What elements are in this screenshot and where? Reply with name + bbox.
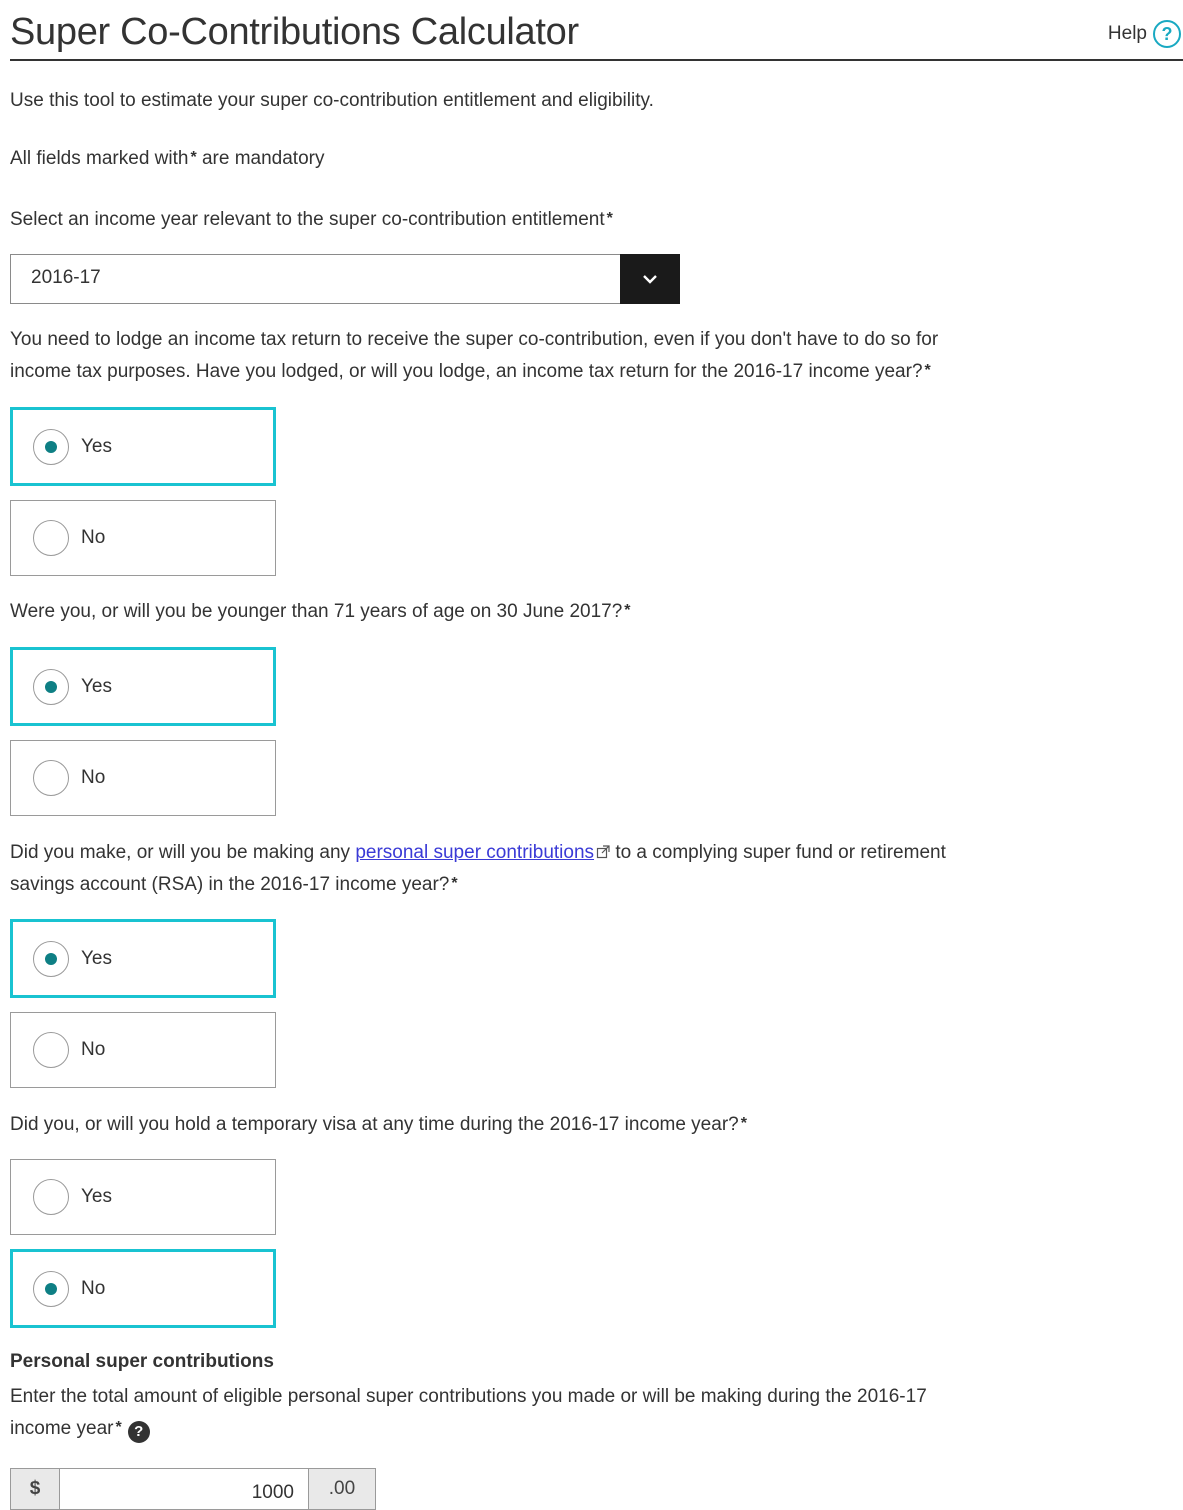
income-year-label-text: Select an income year relevant to the su… bbox=[10, 209, 605, 230]
income-year-select[interactable]: 2016-17 bbox=[10, 254, 680, 304]
q3-line2: savings account (RSA) in the 2016-17 inc… bbox=[10, 874, 450, 895]
q1-yes-option[interactable]: Yes bbox=[10, 407, 276, 486]
contributions-question: Enter the total amount of eligible perso… bbox=[10, 1381, 927, 1446]
radio-dot-icon bbox=[45, 680, 57, 693]
q1-question: You need to lodge an income tax return t… bbox=[10, 324, 938, 389]
calculator-page: Super Co-Contributions Calculator Help ?… bbox=[0, 0, 1183, 1510]
q3-line1-after: to a complying super fund or retirement bbox=[615, 842, 946, 863]
radio-unselected-icon[interactable] bbox=[33, 1179, 69, 1215]
intro-text: Use this tool to estimate your super co-… bbox=[10, 90, 654, 111]
contributions-amount-group: $ .00 bbox=[10, 1468, 376, 1510]
radio-dot-icon bbox=[45, 952, 57, 965]
q4-yes-option[interactable]: Yes bbox=[10, 1159, 276, 1235]
q4-yes-label: Yes bbox=[81, 1186, 112, 1207]
q4-question: Did you, or will you hold a temporary vi… bbox=[10, 1109, 747, 1142]
chevron-down-icon[interactable] bbox=[620, 254, 680, 304]
title-divider bbox=[10, 59, 1183, 61]
info-icon[interactable]: ? bbox=[127, 1421, 150, 1443]
q3-yes-label: Yes bbox=[81, 947, 112, 969]
radio-unselected-icon[interactable] bbox=[33, 520, 69, 556]
q1-line2: income tax purposes. Have you lodged, or… bbox=[10, 361, 923, 382]
q3-question: Did you make, or will you be making any … bbox=[10, 837, 946, 902]
q1-yes-label: Yes bbox=[81, 435, 112, 457]
q2-yes-label: Yes bbox=[81, 675, 112, 697]
contributions-amount-input[interactable] bbox=[60, 1468, 308, 1510]
q3-yes-option[interactable]: Yes bbox=[10, 919, 276, 998]
required-marker: * bbox=[451, 875, 458, 892]
contributions-line1: Enter the total amount of eligible perso… bbox=[10, 1386, 927, 1407]
q3-no-label: No bbox=[81, 1039, 106, 1060]
currency-symbol: $ bbox=[10, 1468, 60, 1510]
required-marker: * bbox=[924, 362, 931, 379]
external-link-icon bbox=[596, 845, 610, 859]
q2-yes-option[interactable]: Yes bbox=[10, 647, 276, 726]
income-year-label: Select an income year relevant to the su… bbox=[10, 204, 613, 237]
q4-text: Did you, or will you hold a temporary vi… bbox=[10, 1114, 739, 1135]
radio-unselected-icon[interactable] bbox=[33, 760, 69, 796]
q1-no-option[interactable]: No bbox=[10, 500, 276, 576]
required-marker: * bbox=[190, 149, 197, 166]
q2-no-option[interactable]: No bbox=[10, 740, 276, 816]
radio-selected-icon[interactable] bbox=[33, 1270, 69, 1307]
radio-dot-icon bbox=[45, 440, 57, 453]
cents-suffix: .00 bbox=[308, 1468, 376, 1510]
help-link[interactable]: Help ? bbox=[1108, 20, 1181, 48]
q3-line1-before: Did you make, or will you be making any bbox=[10, 842, 351, 863]
mandatory-note-after: are mandatory bbox=[201, 148, 325, 169]
contributions-line2: income year bbox=[10, 1418, 114, 1439]
q4-no-option[interactable]: No bbox=[10, 1249, 276, 1328]
contributions-heading: Personal super contributions bbox=[10, 1351, 274, 1372]
q1-line1: You need to lodge an income tax return t… bbox=[10, 329, 939, 350]
required-marker: * bbox=[624, 602, 631, 619]
radio-selected-icon[interactable] bbox=[33, 668, 69, 705]
income-year-selected-value: 2016-17 bbox=[31, 267, 101, 288]
required-marker: * bbox=[606, 210, 613, 227]
page-title: Super Co-Contributions Calculator bbox=[10, 11, 579, 53]
required-marker: * bbox=[740, 1115, 747, 1132]
q2-text: Were you, or will you be younger than 71… bbox=[10, 601, 623, 622]
q3-no-option[interactable]: No bbox=[10, 1012, 276, 1088]
radio-selected-icon[interactable] bbox=[33, 428, 69, 465]
q4-no-label: No bbox=[81, 1277, 106, 1299]
radio-dot-icon bbox=[45, 1282, 57, 1295]
q2-no-label: No bbox=[81, 767, 106, 788]
mandatory-note-before: All fields marked with bbox=[10, 148, 189, 169]
q1-no-label: No bbox=[81, 527, 106, 548]
mandatory-note: All fields marked with * are mandatory bbox=[10, 143, 324, 176]
personal-super-contributions-link[interactable]: personal super contributions bbox=[355, 842, 594, 863]
help-icon[interactable]: ? bbox=[1153, 20, 1181, 48]
required-marker: * bbox=[115, 1419, 122, 1436]
radio-unselected-icon[interactable] bbox=[33, 1032, 69, 1068]
help-label: Help bbox=[1107, 23, 1147, 44]
radio-selected-icon[interactable] bbox=[33, 940, 69, 977]
q2-question: Were you, or will you be younger than 71… bbox=[10, 596, 631, 629]
